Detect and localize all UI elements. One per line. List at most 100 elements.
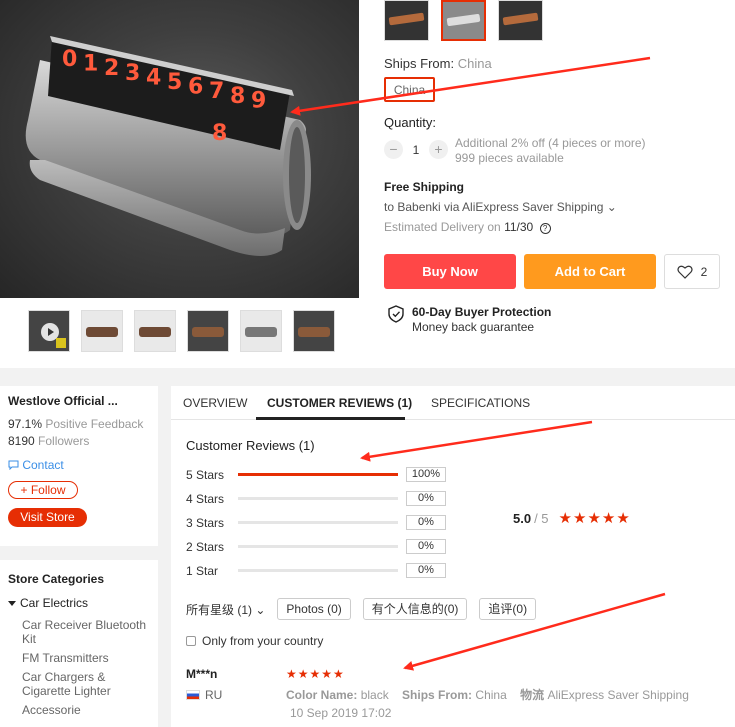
plate-digit: 4 — [146, 65, 161, 90]
help-icon[interactable]: ? — [539, 223, 551, 234]
rating-percent: 100% — [406, 467, 446, 482]
rating-percent: 0% — [406, 563, 446, 578]
review-color-key: Color Name: — [286, 688, 358, 702]
plate-digit: 3 — [125, 61, 140, 86]
estimated-delivery: Estimated Delivery on 11/30 ? — [384, 220, 551, 234]
quantity-increase-button[interactable]: + — [429, 140, 448, 159]
plate-digit: 6 — [188, 75, 203, 100]
wishlist-button[interactable]: 2 — [664, 254, 720, 289]
contact-link[interactable]: Contact — [8, 458, 150, 472]
gallery-thumb-5[interactable] — [240, 310, 282, 352]
reviews-panel: OVERVIEW CUSTOMER REVIEWS (1) SPECIFICAT… — [171, 386, 735, 727]
tab-customer-reviews[interactable]: CUSTOMER REVIEWS (1) — [267, 396, 412, 410]
store-categories-title: Store Categories — [8, 572, 105, 586]
rating-bar — [238, 545, 398, 548]
average-rating-suffix: / 5 — [534, 510, 549, 526]
tab-specifications[interactable]: SPECIFICATIONS — [431, 396, 530, 410]
gallery-thumb-3[interactable] — [134, 310, 176, 352]
follow-store-button[interactable]: + Follow — [8, 481, 78, 499]
add-to-cart-button[interactable]: Add to Cart — [524, 254, 656, 289]
quantity-label: Quantity: — [384, 115, 437, 130]
filter-photos-button[interactable]: Photos (0) — [277, 598, 351, 620]
category-main-label: Car Electrics — [20, 596, 89, 610]
only-my-country-filter[interactable]: Only from your country — [186, 634, 323, 648]
plate-digit: 8 — [230, 84, 245, 109]
gallery-thumb-video[interactable] — [28, 310, 70, 352]
active-tab-indicator — [256, 417, 405, 420]
category-item[interactable]: Car Chargers & Cigarette Lighter — [8, 670, 150, 698]
category-car-electrics[interactable]: Car Electrics — [8, 596, 150, 610]
only-country-checkbox[interactable] — [186, 636, 196, 646]
review-date: 10 Sep 2019 17:02 — [290, 706, 392, 720]
shield-check-icon — [388, 305, 404, 323]
rating-percent: 0% — [406, 515, 446, 530]
store-followers: 8190 Followers — [8, 434, 150, 448]
plate-digit: 9 — [251, 88, 266, 113]
contact-label: Contact — [22, 458, 64, 472]
ships-from-label: Ships From: — [384, 56, 455, 71]
store-name[interactable]: Westlove Official ... — [8, 394, 150, 408]
shipping-title: Free Shipping — [384, 180, 465, 194]
ships-from-row: Ships From: China — [384, 56, 492, 71]
buy-now-button[interactable]: Buy Now — [384, 254, 516, 289]
gallery-thumb-4[interactable] — [187, 310, 229, 352]
shipping-method-selector[interactable]: to Babenki via AliExpress Saver Shipping… — [384, 200, 617, 214]
store-feedback: 97.1% Positive Feedback — [8, 417, 150, 431]
store-feedback-label: Positive Feedback — [45, 417, 144, 431]
star-rating-icon: ★★★★★ — [558, 510, 631, 527]
filter-additional-review-button[interactable]: 追评(0) — [479, 598, 537, 620]
review-logistics-value: AliExpress Saver Shipping — [547, 688, 689, 702]
buyer-protection: 60-Day Buyer Protection Money back guara… — [388, 305, 551, 334]
rating-row: 1 Star 0% — [186, 563, 446, 578]
tab-overview[interactable]: OVERVIEW — [183, 396, 247, 410]
review-star-rating: ★★★★★ — [286, 667, 345, 681]
review-color-value: black — [360, 688, 389, 702]
review-sku-info: Color Name: black Ships From: China 物流 A… — [286, 686, 689, 703]
category-item[interactable]: FM Transmitters — [8, 651, 150, 665]
plate-digit: 7 — [209, 79, 224, 104]
category-item[interactable]: Car Receiver Bluetooth Kit — [8, 618, 150, 646]
sku-variant-list — [384, 0, 543, 41]
rating-bar — [238, 521, 398, 524]
gallery-thumb-2[interactable] — [81, 310, 123, 352]
wishlist-count: 2 — [700, 264, 708, 279]
review-country-code: RU — [205, 688, 223, 702]
review-filters: 所有星级 (1) ⌄ Photos (0) 有个人信息的(0) 追评(0) — [186, 598, 537, 620]
star-filter-select[interactable]: 所有星级 (1) ⌄ — [186, 601, 265, 618]
plate-digit: 8 — [212, 121, 227, 146]
store-followers-value: 8190 — [8, 434, 35, 448]
badge-icon — [56, 338, 66, 348]
rating-row: 4 Stars 0% — [186, 491, 446, 506]
heart-icon — [677, 265, 693, 279]
store-categories-card: Store Categories Car Electrics Car Recei… — [0, 560, 158, 727]
filter-personal-info-button[interactable]: 有个人信息的(0) — [362, 598, 468, 620]
average-rating-value: 5.0 — [513, 510, 532, 526]
review-username: M***n — [186, 667, 218, 681]
stock-available-text: 999 pieces available — [455, 151, 564, 165]
eta-prefix: Estimated Delivery on — [384, 220, 501, 234]
number-plate-illustration: 0 1 2 3 4 5 6 7 8 98 — [25, 36, 311, 256]
gallery-thumb-6[interactable] — [293, 310, 335, 352]
quantity-decrease-button[interactable]: − — [384, 140, 403, 159]
russia-flag-icon — [186, 690, 200, 700]
visit-store-button[interactable]: Visit Store — [8, 508, 87, 527]
rating-label: 3 Stars — [186, 515, 225, 530]
rating-percent: 0% — [406, 539, 446, 554]
quantity-value[interactable]: 1 — [403, 143, 429, 157]
ships-from-china-option[interactable]: China — [384, 77, 435, 102]
sku-variant-3[interactable] — [498, 0, 543, 41]
plate-digit: 5 — [167, 70, 182, 95]
sku-variant-2[interactable] — [441, 0, 486, 41]
review-country: RU — [186, 688, 222, 702]
review-ships-key: Ships From: — [402, 688, 473, 702]
rating-label: 1 Star — [186, 563, 219, 578]
detail-tabs: OVERVIEW CUSTOMER REVIEWS (1) SPECIFICAT… — [171, 386, 735, 420]
sku-variant-1[interactable] — [384, 0, 429, 41]
rating-row: 5 Stars 100% — [186, 467, 446, 482]
rating-label: 4 Stars — [186, 491, 225, 506]
product-main-image[interactable]: 01234567898 — [0, 0, 359, 298]
category-item[interactable]: Accessorie — [8, 703, 150, 717]
chat-icon — [8, 460, 19, 471]
quantity-info: Additional 2% off (4 pieces or more) 999… — [455, 136, 646, 166]
ships-from-value: China — [457, 56, 492, 71]
